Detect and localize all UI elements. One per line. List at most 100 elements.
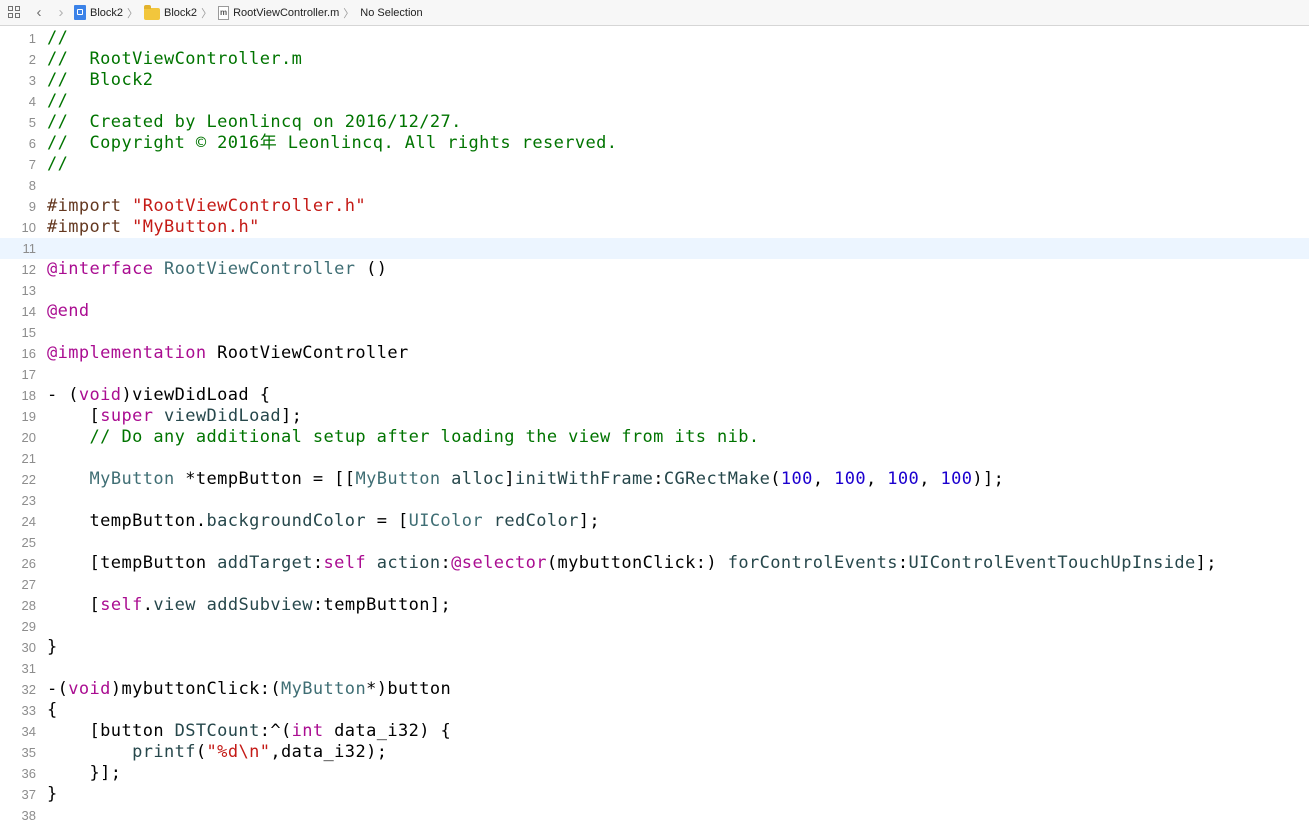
- breadcrumb-separator: 〉: [343, 7, 355, 20]
- code-line[interactable]: 30}: [0, 637, 1309, 658]
- code-token: [tempButton: [47, 553, 218, 573]
- code-token: [: [47, 406, 101, 426]
- code-line[interactable]: 4 //: [0, 91, 1309, 112]
- code-line[interactable]: 13: [0, 280, 1309, 301]
- code-line[interactable]: 16 @implementation RootViewController: [0, 343, 1309, 364]
- code-text: //: [47, 91, 68, 112]
- breadcrumb-symbol[interactable]: No Selection: [360, 7, 422, 19]
- code-line[interactable]: 33 {: [0, 700, 1309, 721]
- related-items-icon[interactable]: [8, 5, 22, 20]
- line-number: 27: [21, 577, 36, 592]
- code-line[interactable]: 7 //: [0, 154, 1309, 175]
- code-line[interactable]: 37}: [0, 784, 1309, 805]
- code-token: (mybuttonClick:): [546, 553, 728, 573]
- code-line[interactable]: 5 // Created by Leonlincq on 2016/12/27.: [0, 112, 1309, 133]
- breadcrumb-label: RootViewController.m: [233, 6, 340, 19]
- code-line[interactable]: 35 printf("%d\n",data_i32);: [0, 742, 1309, 763]
- code-line[interactable]: 23: [0, 490, 1309, 511]
- code-line[interactable]: 1 //: [0, 28, 1309, 49]
- line-number: 18: [21, 388, 36, 403]
- objc-file-icon: m: [218, 5, 230, 20]
- code-line[interactable]: 26 [tempButton addTarget:self action:@se…: [0, 553, 1309, 574]
- code-token: ,: [812, 469, 835, 489]
- code-line[interactable]: 34 [button DSTCount:^(int data_i32) {: [0, 721, 1309, 742]
- code-line[interactable]: 12 @interface RootViewController (): [0, 259, 1309, 280]
- code-token: RootViewController: [164, 259, 356, 279]
- code-line[interactable]: 22 MyButton *tempButton = [[MyButton all…: [0, 469, 1309, 490]
- code-token: ];: [1195, 553, 1217, 573]
- code-line[interactable]: 20 // Do any additional setup after load…: [0, 427, 1309, 448]
- code-token: }: [47, 637, 58, 657]
- code-text: MyButton *tempButton = [[MyButton alloc]…: [47, 469, 1004, 490]
- code-line[interactable]: 28 [self.view addSubview:tempButton];: [0, 595, 1309, 616]
- breadcrumb-group[interactable]: Block2 〉: [144, 4, 212, 21]
- code-text: tempButton.backgroundColor = [UIColor re…: [47, 511, 600, 532]
- code-token: //: [47, 28, 69, 48]
- code-line[interactable]: 32 -(void)mybuttonClick:(MyButton*)button: [0, 679, 1309, 700]
- code-line[interactable]: 19 [super viewDidLoad];: [0, 406, 1309, 427]
- line-number: 15: [21, 325, 36, 340]
- code-token: void: [78, 385, 122, 405]
- source-editor[interactable]: 1 // 2 // RootViewController.m 3 // Block2 4 //…: [0, 26, 1309, 828]
- code-text: #import "RootViewController.h": [47, 196, 366, 217]
- code-text: -(void)mybuttonClick:(MyButton*)button: [47, 679, 451, 700]
- code-line[interactable]: 2 // RootViewController.m: [0, 49, 1309, 70]
- code-token: ];: [578, 511, 601, 531]
- code-token: "%d\n": [206, 742, 271, 762]
- code-line[interactable]: 31: [0, 658, 1309, 679]
- code-token: DSTCount: [174, 721, 260, 741]
- code-line[interactable]: 25: [0, 532, 1309, 553]
- code-token: :: [653, 469, 664, 489]
- code-token: // Copyright © 2016年 Leonlincq. All righ…: [47, 133, 618, 153]
- code-line[interactable]: 10 #import "MyButton.h": [0, 217, 1309, 238]
- code-text: //: [47, 28, 68, 49]
- code-token: data_i32) {: [323, 721, 452, 741]
- code-token: forControlEvents: [727, 553, 898, 573]
- line-number: 23: [21, 493, 36, 508]
- code-line[interactable]: 21: [0, 448, 1309, 469]
- code-token: [: [47, 595, 101, 615]
- code-line[interactable]: 3 // Block2: [0, 70, 1309, 91]
- code-line[interactable]: 6 // Copyright © 2016年 Leonlincq. All rig…: [0, 133, 1309, 154]
- breadcrumb-project[interactable]: Block2 〉: [74, 5, 138, 21]
- code-text: }];: [47, 763, 122, 784]
- code-token: RootViewController: [206, 343, 409, 363]
- code-line[interactable]: 15: [0, 322, 1309, 343]
- code-token: self: [100, 595, 143, 615]
- code-line[interactable]: 11: [0, 238, 1309, 259]
- code-token: :: [312, 553, 324, 573]
- code-line[interactable]: 36 }];: [0, 763, 1309, 784]
- line-number: 28: [21, 598, 36, 613]
- code-token: MyButton: [355, 469, 441, 489]
- code-line[interactable]: 24 tempButton.backgroundColor = [UIColor…: [0, 511, 1309, 532]
- line-number: 30: [21, 640, 36, 655]
- breadcrumb-label: No Selection: [360, 6, 423, 19]
- code-line[interactable]: 14 @end: [0, 301, 1309, 322]
- line-number: 1: [28, 31, 36, 46]
- code-token: :^(: [259, 721, 292, 741]
- folder-icon: [144, 4, 161, 20]
- line-number: 9: [28, 199, 36, 214]
- code-token: addSubview: [206, 595, 313, 615]
- line-number: 37: [21, 787, 36, 802]
- code-text: [super viewDidLoad];: [47, 406, 302, 427]
- code-line[interactable]: 38: [0, 805, 1309, 826]
- code-line[interactable]: 8: [0, 175, 1309, 196]
- line-number: 2: [28, 52, 36, 67]
- forward-button[interactable]: ›: [54, 5, 68, 20]
- code-token: ]: [504, 469, 515, 489]
- code-text: #import "MyButton.h": [47, 217, 260, 238]
- back-button[interactable]: ‹: [32, 5, 46, 20]
- code-line[interactable]: 29: [0, 616, 1309, 637]
- code-line[interactable]: 27: [0, 574, 1309, 595]
- code-token: // Created by Leonlincq on 2016/12/27.: [47, 112, 462, 132]
- code-line[interactable]: 18 - (void)viewDidLoad {: [0, 385, 1309, 406]
- code-text: }: [47, 637, 58, 658]
- breadcrumb-file[interactable]: m RootViewController.m 〉: [218, 5, 354, 21]
- breadcrumb-label: Block2: [164, 6, 198, 19]
- line-number: 13: [21, 283, 36, 298]
- code-line[interactable]: 9 #import "RootViewController.h": [0, 196, 1309, 217]
- code-line[interactable]: 17: [0, 364, 1309, 385]
